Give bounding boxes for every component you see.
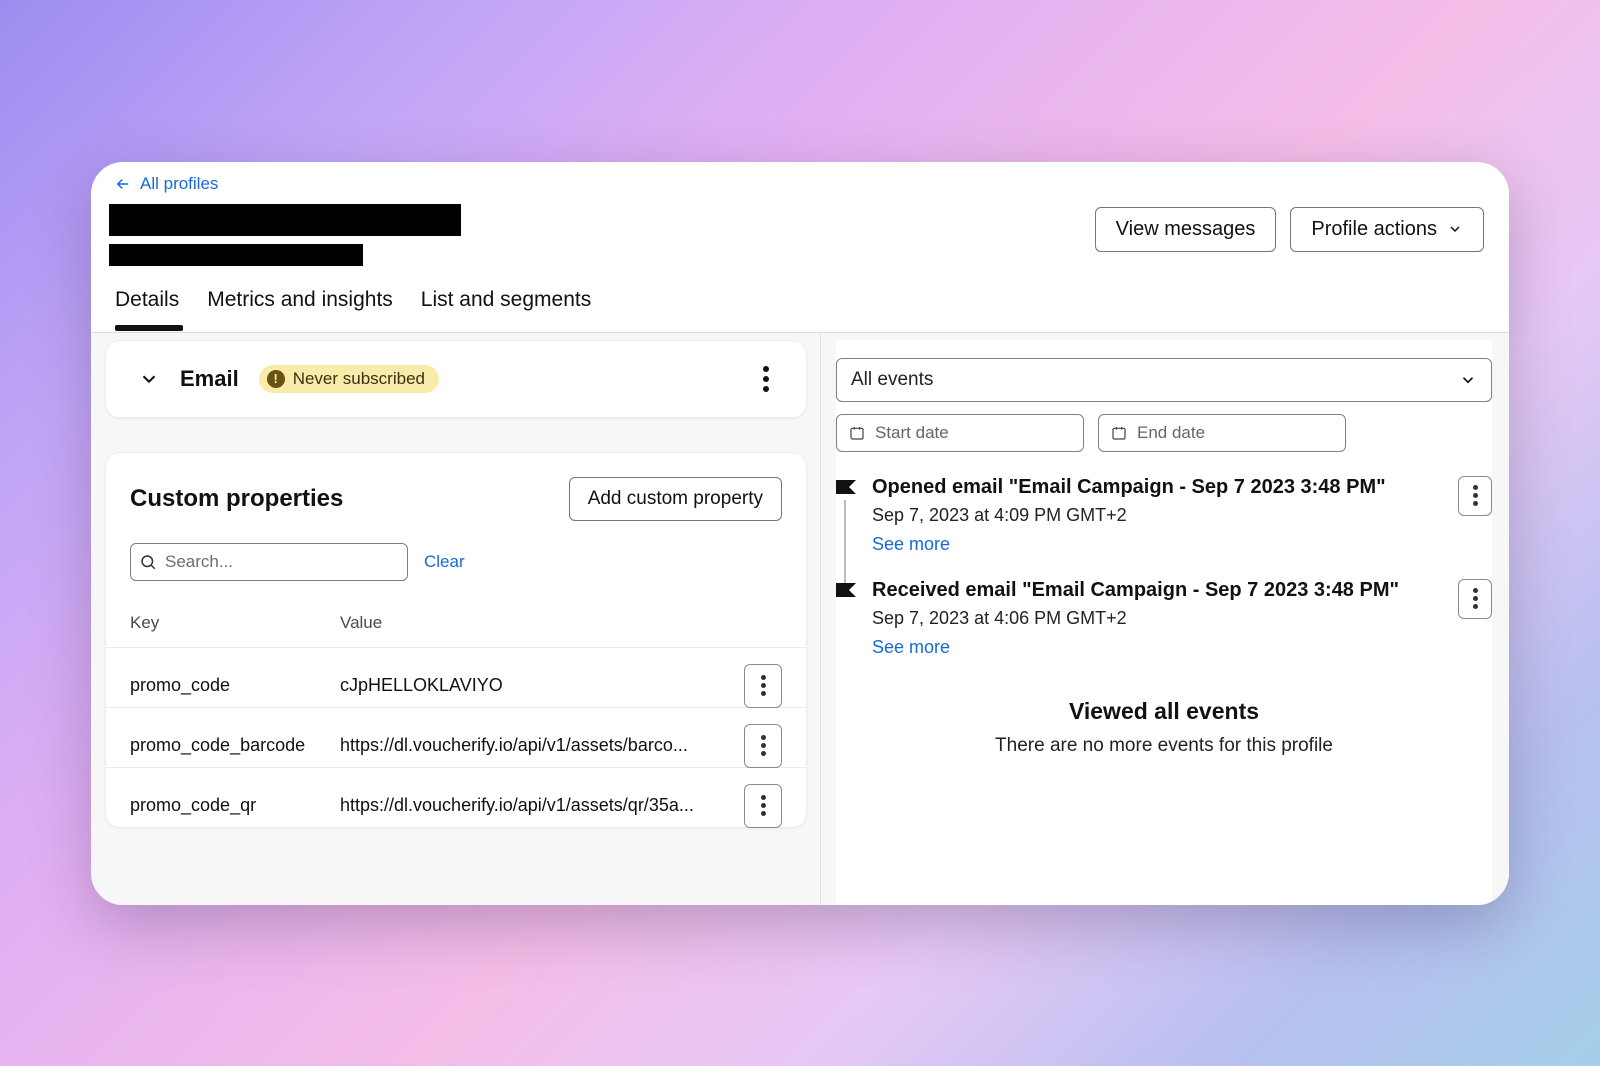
custom-properties-card: Custom properties Add custom property Cl… <box>105 452 807 828</box>
event-item: Received email "Email Campaign - Sep 7 2… <box>836 579 1492 658</box>
event-see-more-link[interactable]: See more <box>872 534 950 555</box>
events-footer-title: Viewed all events <box>836 698 1492 725</box>
search-icon <box>139 553 157 571</box>
breadcrumb-label: All profiles <box>140 174 218 194</box>
breadcrumb-all-profiles[interactable]: All profiles <box>114 174 218 194</box>
date-filters: Start date End date <box>836 414 1492 452</box>
add-custom-property-label: Add custom property <box>588 488 763 510</box>
app-window: All profiles View messages Profile actio… <box>91 162 1509 905</box>
table-row: promo_code cJpHELLOKLAVIYO <box>106 647 806 707</box>
event-thread-line <box>844 500 846 585</box>
event-timestamp: Sep 7, 2023 at 4:06 PM GMT+2 <box>872 608 1442 629</box>
events-filter-label: All events <box>851 369 933 391</box>
cell-key: promo_code_qr <box>130 795 340 816</box>
alert-icon: ! <box>267 370 285 388</box>
end-date-placeholder: End date <box>1137 423 1205 443</box>
custom-properties-title: Custom properties <box>130 485 343 513</box>
calendar-icon <box>1111 425 1127 441</box>
cell-value: https://dl.voucherify.io/api/v1/assets/q… <box>340 795 718 816</box>
tab-metrics-label: Metrics and insights <box>207 288 393 311</box>
event-title: Received email "Email Campaign - Sep 7 2… <box>872 579 1442 602</box>
view-messages-button[interactable]: View messages <box>1095 207 1277 252</box>
calendar-icon <box>849 425 865 441</box>
profile-actions-label: Profile actions <box>1311 218 1437 241</box>
start-date-placeholder: Start date <box>875 423 949 443</box>
start-date-input[interactable]: Start date <box>836 414 1084 452</box>
clear-search-link[interactable]: Clear <box>424 552 465 572</box>
top-actions: View messages Profile actions <box>1095 207 1484 252</box>
left-column: Email ! Never subscribed Custom properti… <box>105 340 807 828</box>
event-timestamp: Sep 7, 2023 at 4:09 PM GMT+2 <box>872 505 1442 526</box>
table-row: promo_code_barcode https://dl.voucherify… <box>106 707 806 767</box>
add-custom-property-button[interactable]: Add custom property <box>569 477 782 521</box>
event-see-more-link[interactable]: See more <box>872 637 950 658</box>
status-badge-label: Never subscribed <box>293 369 425 389</box>
cell-value: https://dl.voucherify.io/api/v1/assets/b… <box>340 735 718 756</box>
row-menu-button[interactable] <box>744 724 782 768</box>
tabs: Details Metrics and insights List and se… <box>115 288 591 322</box>
column-divider <box>820 333 821 905</box>
search-input-wrapper <box>130 543 408 581</box>
tab-metrics[interactable]: Metrics and insights <box>207 288 393 322</box>
row-menu-button[interactable] <box>744 784 782 828</box>
tab-lists[interactable]: List and segments <box>421 288 591 322</box>
right-column: All events Start date End date Opened em… <box>836 340 1492 905</box>
flag-icon <box>836 583 856 597</box>
tab-details[interactable]: Details <box>115 288 179 322</box>
redacted-profile-email <box>109 244 363 266</box>
search-input[interactable] <box>130 543 408 581</box>
event-item: Opened email "Email Campaign - Sep 7 202… <box>836 476 1492 555</box>
status-badge: ! Never subscribed <box>259 365 439 393</box>
cell-value: cJpHELLOKLAVIYO <box>340 675 718 696</box>
event-menu-button[interactable] <box>1458 476 1492 516</box>
active-tab-underline <box>115 325 183 332</box>
cell-key: promo_code <box>130 675 340 696</box>
chevron-down-icon <box>1459 371 1477 389</box>
email-channel-card: Email ! Never subscribed <box>105 340 807 418</box>
arrow-left-icon <box>114 175 132 193</box>
event-menu-button[interactable] <box>1458 579 1492 619</box>
profile-actions-button[interactable]: Profile actions <box>1290 207 1484 252</box>
chevron-down-icon[interactable] <box>138 368 160 390</box>
flag-icon <box>836 480 856 494</box>
events-filter-select[interactable]: All events <box>836 358 1492 402</box>
email-card-title: Email <box>180 366 239 392</box>
end-date-input[interactable]: End date <box>1098 414 1346 452</box>
table-header: Key Value <box>106 603 806 647</box>
cell-key: promo_code_barcode <box>130 735 340 756</box>
tab-details-label: Details <box>115 288 179 311</box>
row-menu-button[interactable] <box>744 664 782 708</box>
redacted-profile-name <box>109 204 461 236</box>
tab-lists-label: List and segments <box>421 288 591 311</box>
table-row: promo_code_qr https://dl.voucherify.io/a… <box>106 767 806 827</box>
chevron-down-icon <box>1447 221 1463 237</box>
event-title: Opened email "Email Campaign - Sep 7 202… <box>872 476 1442 499</box>
col-key: Key <box>130 613 340 633</box>
custom-properties-table: Key Value promo_code cJpHELLOKLAVIYO pro… <box>106 603 806 827</box>
events-footer-subtitle: There are no more events for this profil… <box>836 735 1492 757</box>
view-messages-label: View messages <box>1116 218 1256 241</box>
email-card-menu[interactable] <box>754 363 778 395</box>
col-value: Value <box>340 613 718 633</box>
